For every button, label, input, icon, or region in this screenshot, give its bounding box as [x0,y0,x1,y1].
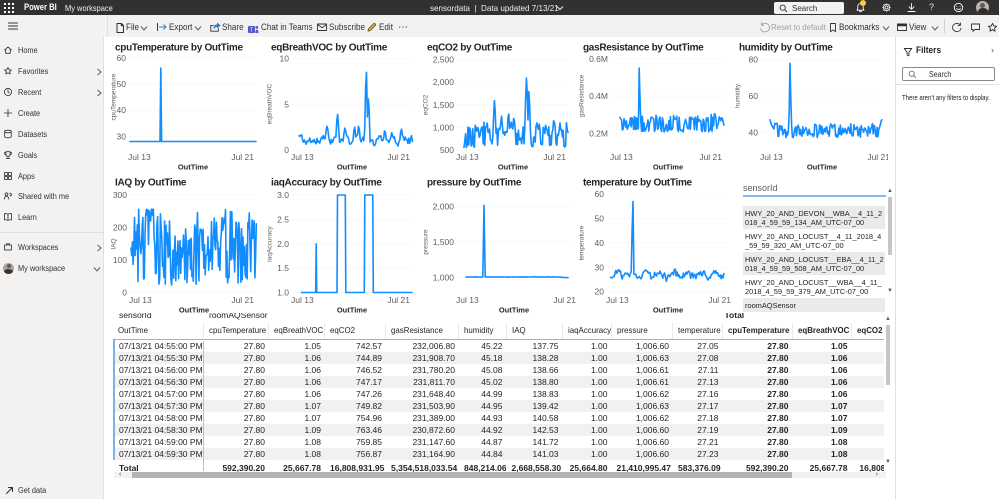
svg-text:100: 100 [113,255,127,265]
svg-text:iaqAccuracy by OutTime: iaqAccuracy by OutTime [271,178,382,189]
svg-text:Jul 21: Jul 21 [387,152,410,162]
svg-text:1,000: 1,000 [433,272,455,282]
svg-text:iaqAccuracy: iaqAccuracy [267,226,274,262]
svg-text:1.0: 1.0 [277,288,289,298]
svg-text:humidity: humidity [735,83,742,108]
svg-text:1,000: 1,000 [433,122,455,132]
svg-text:Jul 13: Jul 13 [610,152,633,162]
svg-text:OutTime: OutTime [653,163,683,172]
svg-text:2.0: 2.0 [277,239,289,249]
svg-text:30: 30 [117,131,127,141]
svg-text:OutTime: OutTime [807,163,837,172]
svg-text:Jul 21: Jul 21 [543,152,566,162]
svg-text:Jul 21: Jul 21 [553,295,576,305]
svg-text:2,500: 2,500 [433,55,455,65]
svg-text:OutTime: OutTime [337,163,367,172]
svg-text:0.4M: 0.4M [589,91,608,101]
svg-text:IAQ: IAQ [111,238,118,249]
svg-text:500: 500 [440,145,454,155]
svg-text:cpuTemperature: cpuTemperature [111,73,118,120]
svg-text:60: 60 [595,189,605,199]
svg-text:200: 200 [113,223,127,233]
svg-text:Jul 21: Jul 21 [231,152,254,162]
svg-text:eqBreathVOC by OutTime: eqBreathVOC by OutTime [271,43,388,54]
svg-text:40: 40 [595,238,605,248]
svg-text:Jul 21: Jul 21 [867,152,888,162]
svg-text:80: 80 [749,55,759,65]
svg-text:30: 30 [595,262,605,272]
svg-text:Jul 21: Jul 21 [708,295,731,305]
svg-text:temperature: temperature [579,225,586,260]
svg-text:5: 5 [284,99,289,109]
svg-text:40: 40 [117,105,127,115]
svg-text:Jul 21: Jul 21 [699,152,722,162]
svg-text:2,000: 2,000 [433,202,455,212]
svg-text:Jul 13: Jul 13 [456,152,479,162]
svg-text:humidity by OutTime: humidity by OutTime [739,43,833,54]
svg-text:0.2M: 0.2M [589,129,608,139]
svg-text:gasResistance: gasResistance [579,74,586,117]
svg-text:60: 60 [749,91,759,101]
svg-text:temperature by OutTime: temperature by OutTime [583,178,693,189]
svg-text:50: 50 [595,214,605,224]
svg-text:eqCO2: eqCO2 [423,94,430,115]
svg-text:1.5: 1.5 [277,263,289,273]
svg-text:Jul 13: Jul 13 [129,295,152,305]
svg-text:40: 40 [749,128,759,138]
svg-text:OutTime: OutTime [498,163,528,172]
svg-text:IAQ by OutTime: IAQ by OutTime [115,178,187,189]
svg-text:1,500: 1,500 [433,237,455,247]
svg-text:Jul 13: Jul 13 [291,152,314,162]
svg-text:Jul 13: Jul 13 [760,152,783,162]
svg-text:Jul 13: Jul 13 [128,152,151,162]
svg-text:0.6M: 0.6M [589,54,608,64]
svg-text:pressure by OutTime: pressure by OutTime [427,178,522,189]
svg-text:eqCO2 by OutTime: eqCO2 by OutTime [427,43,513,54]
svg-text:cpuTemperature by OutTime: cpuTemperature by OutTime [115,43,243,54]
svg-text:60: 60 [117,53,127,63]
svg-text:2.5: 2.5 [277,214,289,224]
svg-text:Jul 13: Jul 13 [291,295,314,305]
svg-text:Jul 13: Jul 13 [456,295,479,305]
svg-text:3.0: 3.0 [277,190,289,200]
svg-text:0: 0 [122,288,127,298]
svg-text:20: 20 [595,287,605,297]
svg-text:2,000: 2,000 [433,77,455,87]
svg-text:0: 0 [284,145,289,155]
svg-text:Jul 13: Jul 13 [606,295,629,305]
svg-text:50: 50 [117,79,127,89]
svg-text:eqBreathVOC: eqBreathVOC [267,83,274,124]
svg-text:10: 10 [280,54,290,64]
svg-text:Jul 21: Jul 21 [387,295,410,305]
svg-text:300: 300 [113,190,127,200]
svg-text:Jul 21: Jul 21 [231,295,254,305]
svg-text:OutTime: OutTime [178,163,208,172]
svg-text:1,500: 1,500 [433,100,455,110]
svg-text:gasResistance by OutTime: gasResistance by OutTime [583,43,704,54]
svg-text:pressure: pressure [423,229,430,255]
